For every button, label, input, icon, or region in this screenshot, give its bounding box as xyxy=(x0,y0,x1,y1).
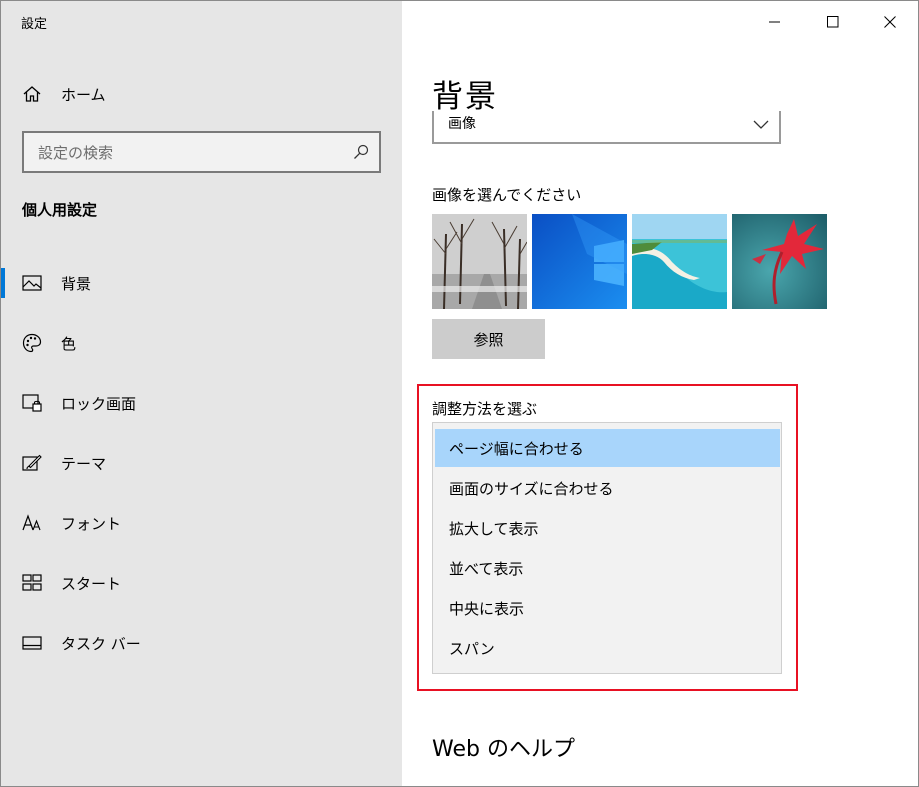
app-title: 設定 xyxy=(21,17,48,32)
sidebar-item-color[interactable]: 色 xyxy=(1,323,402,363)
sidebar-item-label: スタート xyxy=(61,574,122,593)
search-box[interactable]: 設定の検索 xyxy=(22,131,381,173)
palette-icon xyxy=(21,332,43,354)
sidebar-item-label: テーマ xyxy=(61,454,107,473)
page-title: 背景 xyxy=(432,79,498,115)
close-button[interactable] xyxy=(861,1,918,43)
sidebar-item-fonts[interactable]: フォント xyxy=(1,503,402,543)
section-heading: 個人用設定 xyxy=(22,201,98,219)
chevron-down-icon xyxy=(753,115,769,134)
home-icon xyxy=(21,83,43,105)
sidebar-home[interactable]: ホーム xyxy=(21,81,106,107)
sidebar-item-label: ロック画面 xyxy=(61,394,137,413)
fit-option-center[interactable]: 中央に表示 xyxy=(435,589,780,627)
web-help-heading: Web のヘルプ xyxy=(432,737,575,762)
sidebar-item-themes[interactable]: テーマ xyxy=(1,443,402,483)
font-icon xyxy=(21,512,43,534)
maximize-icon xyxy=(827,13,839,32)
background-type-value: 画像 xyxy=(448,116,476,132)
fit-option-span[interactable]: スパン xyxy=(435,629,780,667)
maximize-button[interactable] xyxy=(804,1,862,43)
wallpaper-thumbnail-park[interactable] xyxy=(432,214,527,309)
fit-option-stretch[interactable]: 拡大して表示 xyxy=(435,509,780,547)
sidebar-item-label: 背景 xyxy=(61,274,92,293)
fit-option-tile[interactable]: 並べて表示 xyxy=(435,549,780,587)
sidebar-item-label: タスク バー xyxy=(61,634,141,653)
fit-options-list[interactable]: ページ幅に合わせる 画面のサイズに合わせる 拡大して表示 並べて表示 中央に表示… xyxy=(432,422,782,674)
search-input[interactable]: 設定の検索 xyxy=(24,142,351,163)
choose-image-label: 画像を選んでください xyxy=(432,186,582,204)
active-indicator xyxy=(1,268,5,298)
theme-brush-icon xyxy=(21,452,43,474)
sidebar: 設定 ホーム 設定の検索 個人用設定 背景 色 ロック画面 テーマ フォント ス… xyxy=(1,1,402,786)
sidebar-item-start[interactable]: スタート xyxy=(1,563,402,603)
settings-window: 設定 ホーム 設定の検索 個人用設定 背景 色 ロック画面 テーマ フォント ス… xyxy=(0,0,919,787)
search-icon[interactable] xyxy=(351,142,371,162)
browse-button[interactable]: 参照 xyxy=(432,319,545,359)
fit-option-fit[interactable]: 画面のサイズに合わせる xyxy=(435,469,780,507)
minimize-button[interactable] xyxy=(746,1,804,43)
sidebar-home-label: ホーム xyxy=(61,85,106,104)
sidebar-item-background[interactable]: 背景 xyxy=(1,263,402,303)
minimize-icon xyxy=(769,13,781,32)
start-icon xyxy=(21,572,43,594)
sidebar-item-label: フォント xyxy=(61,514,122,533)
wallpaper-thumbnail-flower[interactable] xyxy=(732,214,827,309)
wallpaper-thumbnail-windows-blue[interactable] xyxy=(532,214,627,309)
wallpaper-thumbnail-beach[interactable] xyxy=(632,214,727,309)
sidebar-item-label: 色 xyxy=(61,334,77,353)
taskbar-icon xyxy=(21,632,43,654)
close-icon xyxy=(884,13,896,32)
fit-label: 調整方法を選ぶ xyxy=(432,400,538,418)
sidebar-item-taskbar[interactable]: タスク バー xyxy=(1,623,402,663)
background-type-dropdown[interactable]: 画像 xyxy=(432,111,781,144)
sidebar-item-lock-screen[interactable]: ロック画面 xyxy=(1,383,402,423)
picture-icon xyxy=(21,272,43,294)
fit-option-fill[interactable]: ページ幅に合わせる xyxy=(435,429,780,467)
lock-screen-icon xyxy=(21,392,43,414)
